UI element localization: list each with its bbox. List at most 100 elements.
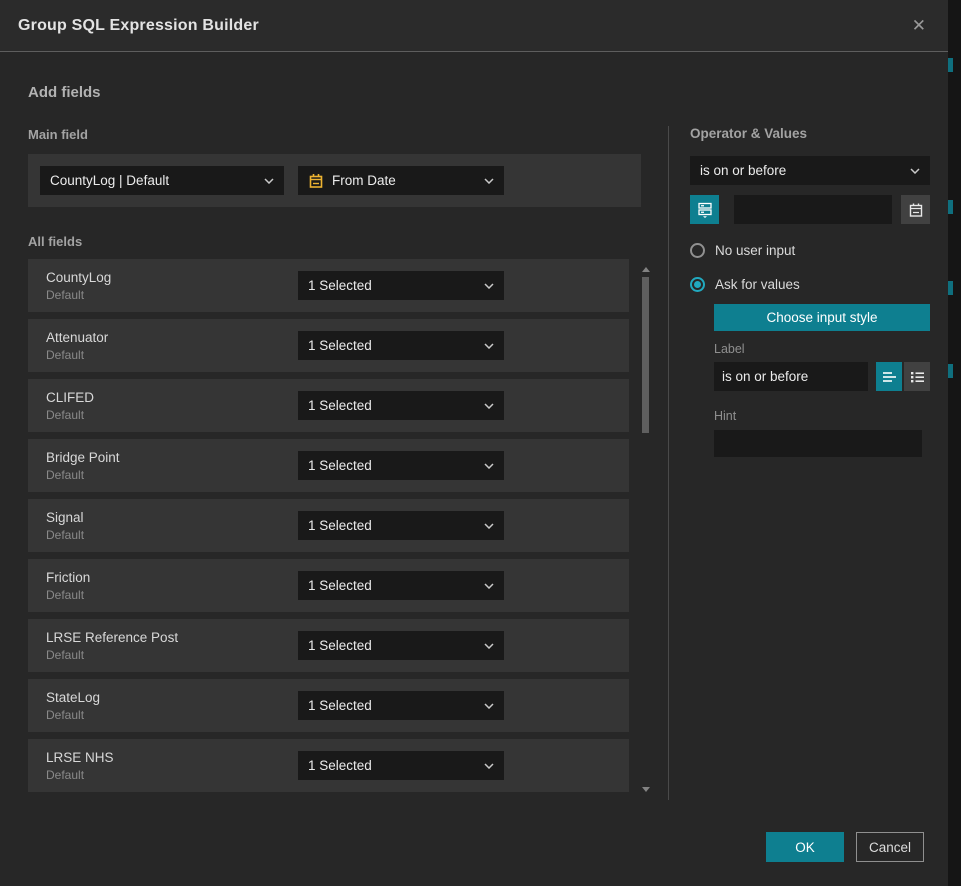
chevron-down-icon [484, 403, 494, 409]
field-row: Attenuator Default 1 Selected [28, 319, 629, 372]
field-values-dropdown[interactable]: 1 Selected [298, 391, 504, 420]
field-row: StateLog Default 1 Selected [28, 679, 629, 732]
field-row-text: Bridge Point Default [46, 450, 298, 482]
field-name: Friction [46, 570, 298, 585]
field-row: CountyLog Default 1 Selected [28, 259, 629, 312]
chevron-down-icon [264, 178, 274, 184]
group-sql-expression-builder-dialog: Group SQL Expression Builder ✕ Add field… [0, 0, 948, 886]
field-row-text: LRSE Reference Post Default [46, 630, 298, 662]
dropdown-value: 1 Selected [308, 638, 476, 653]
input-type-button[interactable] [690, 195, 719, 224]
value-row [690, 195, 930, 224]
date-picker-button[interactable] [901, 195, 930, 224]
field-row: Friction Default 1 Selected [28, 559, 629, 612]
chevron-down-icon [484, 703, 494, 709]
field-values-dropdown[interactable]: 1 Selected [298, 751, 504, 780]
field-row: LRSE Reference Post Default 1 Selected [28, 619, 629, 672]
chevron-down-icon [484, 463, 494, 469]
field-row-text: Attenuator Default [46, 330, 298, 362]
calendar-icon [308, 173, 324, 189]
dialog-title: Group SQL Expression Builder [18, 17, 259, 35]
dropdown-value: 1 Selected [308, 398, 476, 413]
chevron-down-icon [484, 583, 494, 589]
scroll-thumb[interactable] [642, 277, 649, 433]
list-icon [910, 371, 925, 383]
all-fields-list: CountyLog Default 1 Selected Attenuator … [28, 259, 629, 799]
choose-input-style-button[interactable]: Choose input style [714, 304, 930, 331]
field-name: StateLog [46, 690, 298, 705]
dropdown-value: 1 Selected [308, 458, 476, 473]
calendar-icon [908, 202, 924, 218]
field-values-dropdown[interactable]: 1 Selected [298, 331, 504, 360]
radio-selected-icon [690, 277, 705, 292]
background-app-fragment [948, 281, 953, 295]
scroll-up-arrow-icon[interactable] [641, 267, 650, 275]
cancel-button[interactable]: Cancel [856, 832, 924, 862]
radio-no-user-input[interactable]: No user input [690, 243, 930, 258]
dropdown-value: 1 Selected [308, 758, 476, 773]
value-input[interactable] [734, 195, 892, 224]
field-sublabel: Default [46, 708, 298, 722]
all-fields-label: All fields [28, 234, 82, 249]
field-row-text: CountyLog Default [46, 270, 298, 302]
background-app-strip [948, 0, 961, 886]
chevron-down-icon [484, 283, 494, 289]
source-layer-dropdown[interactable]: CountyLog | Default [40, 166, 284, 195]
background-app-fragment [948, 58, 953, 72]
field-row: Bridge Point Default 1 Selected [28, 439, 629, 492]
field-name: CLIFED [46, 390, 298, 405]
hint-caption: Hint [714, 409, 930, 423]
operator-values-panel: Operator & Values is on or before [690, 120, 930, 457]
label-caption: Label [714, 342, 930, 356]
field-sublabel: Default [46, 288, 298, 302]
field-row-text: Friction Default [46, 570, 298, 602]
single-line-style-button[interactable] [876, 362, 902, 391]
dropdown-value: 1 Selected [308, 278, 476, 293]
chevron-down-icon [484, 763, 494, 769]
operator-values-heading: Operator & Values [690, 126, 930, 141]
label-input[interactable] [714, 362, 868, 391]
main-field-dropdown[interactable]: From Date [298, 166, 504, 195]
scroll-down-arrow-icon[interactable] [641, 787, 650, 795]
stacked-rows-icon [697, 201, 713, 218]
background-app-fragment [948, 364, 953, 378]
dropdown-value: is on or before [700, 163, 902, 178]
field-values-dropdown[interactable]: 1 Selected [298, 691, 504, 720]
field-values-dropdown[interactable]: 1 Selected [298, 631, 504, 660]
operator-dropdown[interactable]: is on or before [690, 156, 930, 185]
close-button[interactable]: ✕ [908, 13, 930, 38]
chevron-down-icon [484, 643, 494, 649]
hint-input[interactable] [714, 430, 922, 457]
radio-icon [690, 243, 705, 258]
field-row-text: Signal Default [46, 510, 298, 542]
ok-button[interactable]: OK [766, 832, 844, 862]
field-sublabel: Default [46, 348, 298, 362]
field-sublabel: Default [46, 648, 298, 662]
field-name: LRSE Reference Post [46, 630, 298, 645]
list-scrollbar[interactable] [641, 259, 650, 795]
radio-ask-for-values[interactable]: Ask for values [690, 277, 930, 292]
field-values-dropdown[interactable]: 1 Selected [298, 451, 504, 480]
field-values-dropdown[interactable]: 1 Selected [298, 571, 504, 600]
list-style-button[interactable] [904, 362, 930, 391]
dropdown-value: 1 Selected [308, 518, 476, 533]
field-name: Signal [46, 510, 298, 525]
screen: Group SQL Expression Builder ✕ Add field… [0, 0, 961, 886]
add-fields-heading: Add fields [28, 84, 101, 101]
field-sublabel: Default [46, 408, 298, 422]
radio-label: No user input [715, 243, 795, 258]
chevron-down-icon [484, 178, 494, 184]
dialog-footer: OK Cancel [766, 832, 924, 862]
field-row-text: StateLog Default [46, 690, 298, 722]
main-field-label: Main field [28, 127, 88, 142]
dropdown-value: From Date [332, 173, 468, 188]
dropdown-value: CountyLog | Default [50, 173, 256, 188]
field-name: Bridge Point [46, 450, 298, 465]
field-values-dropdown[interactable]: 1 Selected [298, 511, 504, 540]
chevron-down-icon [484, 523, 494, 529]
dropdown-value: 1 Selected [308, 338, 476, 353]
background-app-fragment [948, 200, 953, 214]
field-row-text: CLIFED Default [46, 390, 298, 422]
field-values-dropdown[interactable]: 1 Selected [298, 271, 504, 300]
label-row [714, 362, 930, 391]
